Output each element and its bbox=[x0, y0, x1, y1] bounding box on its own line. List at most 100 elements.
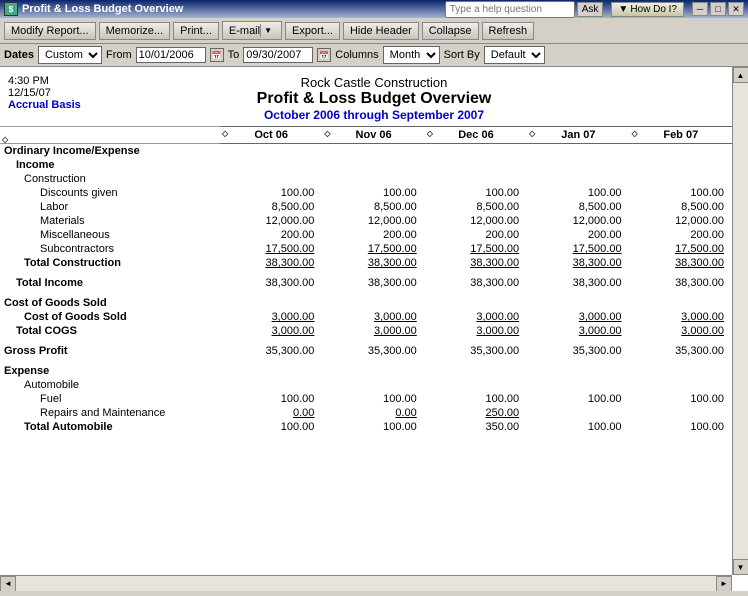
company-name: Rock Castle Construction bbox=[0, 75, 748, 90]
from-date-input[interactable] bbox=[136, 47, 206, 63]
report-time: 4:30 PM bbox=[8, 75, 81, 87]
val-totcogs-jan: 3,000.00 bbox=[527, 324, 629, 338]
val-totinc-oct: 38,300.00 bbox=[220, 276, 322, 290]
print-button[interactable]: Print... bbox=[173, 22, 219, 40]
val-materials-nov: 12,000.00 bbox=[322, 214, 424, 228]
section-cogs: Cost of Goods Sold bbox=[0, 296, 732, 310]
label-ordinary-income: Ordinary Income/Expense bbox=[0, 144, 220, 159]
label-gross-profit: Gross Profit bbox=[0, 344, 220, 358]
scroll-right-button[interactable]: ► bbox=[716, 576, 732, 592]
label-discounts-given: Discounts given bbox=[0, 186, 220, 200]
val-cogs-feb: 3,000.00 bbox=[630, 310, 732, 324]
val-misc-feb: 200.00 bbox=[630, 228, 732, 242]
close-button[interactable]: ✕ bbox=[728, 2, 744, 16]
row-total-automobile: Total Automobile 100.00 100.00 350.00 10… bbox=[0, 420, 732, 434]
from-calendar-button[interactable]: 📅 bbox=[210, 48, 224, 62]
to-date-input[interactable] bbox=[243, 47, 313, 63]
val-totauto-feb: 100.00 bbox=[630, 420, 732, 434]
report-subtitle: October 2006 through September 2007 bbox=[0, 108, 748, 122]
refresh-button[interactable]: Refresh bbox=[482, 22, 535, 40]
dates-select[interactable]: Custom bbox=[38, 46, 102, 64]
sort-by-select[interactable]: Default bbox=[484, 46, 545, 64]
val-repairs-jan bbox=[527, 406, 629, 420]
scroll-track-h bbox=[16, 576, 716, 591]
scroll-down-button[interactable]: ▼ bbox=[733, 559, 748, 575]
val-fuel-oct: 100.00 bbox=[220, 392, 322, 406]
title-bar: $ Profit & Loss Budget Overview Ask ▼ Ho… bbox=[0, 0, 748, 18]
label-labor: Labor bbox=[0, 200, 220, 214]
val-materials-oct: 12,000.00 bbox=[220, 214, 322, 228]
toolbar: Modify Report... Memorize... Print... E-… bbox=[0, 18, 748, 44]
minimize-button[interactable]: ─ bbox=[692, 2, 708, 16]
report-content: 4:30 PM 12/15/07 Accrual Basis Rock Cast… bbox=[0, 67, 748, 591]
subcategory-construction: Construction bbox=[0, 172, 732, 186]
row-gross-profit: Gross Profit 35,300.00 35,300.00 35,300.… bbox=[0, 344, 732, 358]
val-fuel-nov: 100.00 bbox=[322, 392, 424, 406]
val-discounts-dec: 100.00 bbox=[425, 186, 527, 200]
val-cogs-oct: 3,000.00 bbox=[220, 310, 322, 324]
val-totcon-oct: 38,300.00 bbox=[220, 256, 322, 270]
table-wrapper: Oct 06 Nov 06 Dec 06 Jan 07 Feb 07 Ordin… bbox=[0, 126, 748, 591]
row-discounts-given: Discounts given 100.00 100.00 100.00 100… bbox=[0, 186, 732, 200]
label-materials: Materials bbox=[0, 214, 220, 228]
how-do-i-button[interactable]: ▼ How Do I? bbox=[611, 2, 684, 17]
filter-bar: Dates Custom From 📅 To 📅 Columns Month S… bbox=[0, 44, 748, 67]
val-cogs-jan: 3,000.00 bbox=[527, 310, 629, 324]
category-income: Income bbox=[0, 158, 732, 172]
col-header-jan07: Jan 07 bbox=[527, 127, 629, 144]
collapse-button[interactable]: Collapse bbox=[422, 22, 479, 40]
val-misc-nov: 200.00 bbox=[322, 228, 424, 242]
export-button[interactable]: Export... bbox=[285, 22, 340, 40]
maximize-button[interactable]: □ bbox=[710, 2, 726, 16]
dates-label: Dates bbox=[4, 49, 34, 61]
val-totauto-dec: 350.00 bbox=[425, 420, 527, 434]
email-dropdown-arrow[interactable]: ▼ bbox=[260, 24, 275, 37]
val-labor-nov: 8,500.00 bbox=[322, 200, 424, 214]
from-label: From bbox=[106, 49, 132, 61]
val-repairs-dec: 250.00 bbox=[425, 406, 527, 420]
window-controls: ─ □ ✕ bbox=[692, 2, 744, 16]
app-icon: $ bbox=[4, 2, 18, 16]
val-totcon-dec: 38,300.00 bbox=[425, 256, 527, 270]
val-totcogs-nov: 3,000.00 bbox=[322, 324, 424, 338]
memorize-button[interactable]: Memorize... bbox=[99, 22, 170, 40]
col-header-label bbox=[0, 127, 220, 144]
val-totcogs-feb: 3,000.00 bbox=[630, 324, 732, 338]
label-construction: Construction bbox=[0, 172, 220, 186]
scroll-left-button[interactable]: ◄ bbox=[0, 576, 16, 592]
val-labor-dec: 8,500.00 bbox=[425, 200, 527, 214]
report-table: Oct 06 Nov 06 Dec 06 Jan 07 Feb 07 Ordin… bbox=[0, 126, 732, 434]
help-input[interactable] bbox=[445, 1, 575, 18]
val-materials-dec: 12,000.00 bbox=[425, 214, 527, 228]
col-header-dec06: Dec 06 bbox=[425, 127, 527, 144]
report-date: 12/15/07 bbox=[8, 87, 81, 99]
val-sub-jan: 17,500.00 bbox=[527, 242, 629, 256]
to-calendar-button[interactable]: 📅 bbox=[317, 48, 331, 62]
section-expense: Expense bbox=[0, 364, 732, 378]
modify-report-button[interactable]: Modify Report... bbox=[4, 22, 96, 40]
val-fuel-dec: 100.00 bbox=[425, 392, 527, 406]
horizontal-scrollbar[interactable]: ◄ ► bbox=[0, 575, 732, 591]
val-gp-oct: 35,300.00 bbox=[220, 344, 322, 358]
report-title: Profit & Loss Budget Overview bbox=[0, 90, 748, 108]
email-button[interactable]: E-mail ▼ bbox=[222, 21, 282, 40]
val-repairs-oct: 0.00 bbox=[220, 406, 322, 420]
row-subcontractors: Subcontractors 17,500.00 17,500.00 17,50… bbox=[0, 242, 732, 256]
val-totinc-nov: 38,300.00 bbox=[322, 276, 424, 290]
val-fuel-feb: 100.00 bbox=[630, 392, 732, 406]
val-discounts-oct: 100.00 bbox=[220, 186, 322, 200]
val-gp-dec: 35,300.00 bbox=[425, 344, 527, 358]
scroll-up-button[interactable]: ▲ bbox=[733, 67, 748, 83]
val-totauto-jan: 100.00 bbox=[527, 420, 629, 434]
val-misc-dec: 200.00 bbox=[425, 228, 527, 242]
ask-button[interactable]: Ask bbox=[577, 2, 604, 17]
columns-select[interactable]: Month bbox=[383, 46, 440, 64]
val-totinc-dec: 38,300.00 bbox=[425, 276, 527, 290]
label-fuel: Fuel bbox=[0, 392, 220, 406]
row-cogs: Cost of Goods Sold 3,000.00 3,000.00 3,0… bbox=[0, 310, 732, 324]
vertical-scrollbar[interactable]: ▲ ▼ bbox=[732, 67, 748, 575]
row-total-income: Total Income 38,300.00 38,300.00 38,300.… bbox=[0, 276, 732, 290]
hide-header-button[interactable]: Hide Header bbox=[343, 22, 419, 40]
val-cogs-dec: 3,000.00 bbox=[425, 310, 527, 324]
sort-by-label: Sort By bbox=[444, 49, 480, 61]
